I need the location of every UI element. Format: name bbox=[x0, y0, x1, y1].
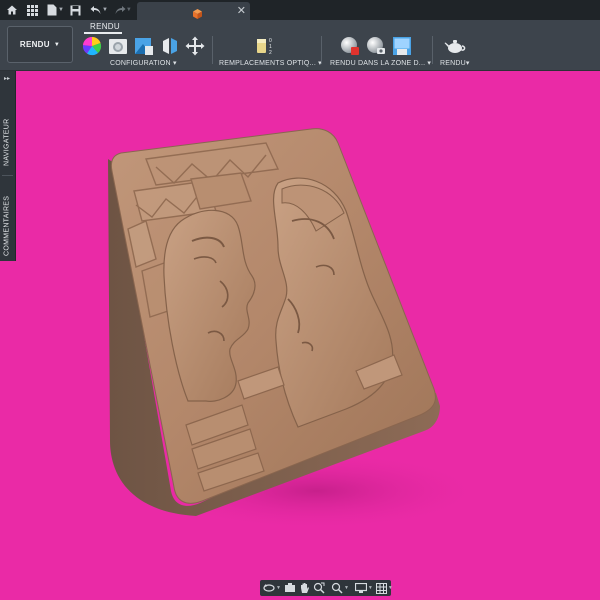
teapot-icon[interactable] bbox=[444, 36, 466, 56]
ribbon-toolbar: RENDU RENDU ▼ CONFIGURATION ▾ 0 1 2 REMP… bbox=[0, 20, 600, 71]
navigation-bar: ▼ ▼ ▼ ▼ bbox=[260, 580, 393, 596]
display-settings-icon[interactable] bbox=[354, 582, 367, 594]
group-rendu-zone[interactable]: RENDU DANS LA ZONE D... ▾ bbox=[330, 59, 431, 67]
chevron-down-icon: ▼ bbox=[125, 7, 132, 13]
group-rendu[interactable]: RENDU▾ bbox=[440, 59, 470, 67]
group-remplacements[interactable]: REMPLACEMENTS OPTIQ... ▾ bbox=[219, 59, 322, 67]
application-bar: ▼ ▼ ▼ ✕ bbox=[0, 0, 600, 20]
chevron-down-icon[interactable]: ▼ bbox=[102, 7, 108, 13]
stacked-layers-icon[interactable]: 0 1 2 bbox=[254, 36, 278, 56]
group-divider bbox=[432, 36, 433, 64]
document-tab[interactable]: ✕ bbox=[137, 2, 250, 20]
comments-tab[interactable]: COMMENTAIRES bbox=[1, 191, 13, 261]
chevron-down-icon[interactable]: ▼ bbox=[58, 7, 64, 13]
orbit-icon[interactable] bbox=[263, 582, 275, 594]
navigator-tab[interactable]: NAVIGATEUR bbox=[1, 117, 13, 167]
pan-icon[interactable] bbox=[299, 582, 310, 594]
workspace-switcher-button[interactable]: RENDU ▼ bbox=[7, 26, 73, 63]
workspace-label: RENDU bbox=[19, 40, 50, 49]
chevron-down-icon[interactable]: ▼ bbox=[368, 585, 373, 591]
grid-settings-icon[interactable] bbox=[375, 582, 387, 594]
relief-plaque-model[interactable] bbox=[16, 71, 600, 600]
appearance-icon[interactable] bbox=[160, 36, 180, 56]
chevron-down-icon: ▼ bbox=[53, 41, 61, 48]
scene-settings-icon[interactable] bbox=[108, 36, 128, 56]
group-configuration[interactable]: CONFIGURATION ▾ bbox=[110, 59, 177, 67]
grid-icon[interactable] bbox=[24, 2, 40, 18]
3d-viewport[interactable] bbox=[16, 71, 600, 600]
chevron-down-icon[interactable]: ▼ bbox=[276, 585, 281, 591]
expand-panel-icon[interactable]: ▸▸ bbox=[4, 75, 10, 82]
fit-icon[interactable] bbox=[331, 582, 343, 594]
sphere-render-icon[interactable] bbox=[340, 36, 360, 56]
move-icon[interactable] bbox=[185, 36, 205, 56]
texture-map-icon[interactable] bbox=[134, 36, 154, 56]
chevron-down-icon[interactable]: ▼ bbox=[344, 585, 349, 591]
active-tab-indicator bbox=[84, 32, 122, 34]
image-render-icon[interactable] bbox=[392, 36, 412, 56]
look-at-icon[interactable] bbox=[284, 582, 296, 594]
group-divider bbox=[212, 36, 213, 64]
home-icon[interactable] bbox=[4, 2, 20, 18]
save-icon[interactable] bbox=[68, 2, 84, 18]
right-profile-relief bbox=[272, 177, 394, 428]
zoom-icon[interactable] bbox=[313, 582, 325, 594]
sphere-capture-icon[interactable] bbox=[366, 36, 386, 56]
panel-divider bbox=[2, 175, 13, 176]
svg-text:2: 2 bbox=[269, 50, 272, 56]
close-icon[interactable]: ✕ bbox=[237, 4, 246, 17]
side-panel: ▸▸ NAVIGATEUR COMMENTAIRES bbox=[0, 71, 16, 261]
tab-rendu[interactable]: RENDU bbox=[90, 22, 120, 31]
group-divider bbox=[321, 36, 322, 64]
chevron-down-icon[interactable]: ▼ bbox=[388, 585, 393, 591]
color-wheel-icon[interactable] bbox=[82, 36, 102, 56]
